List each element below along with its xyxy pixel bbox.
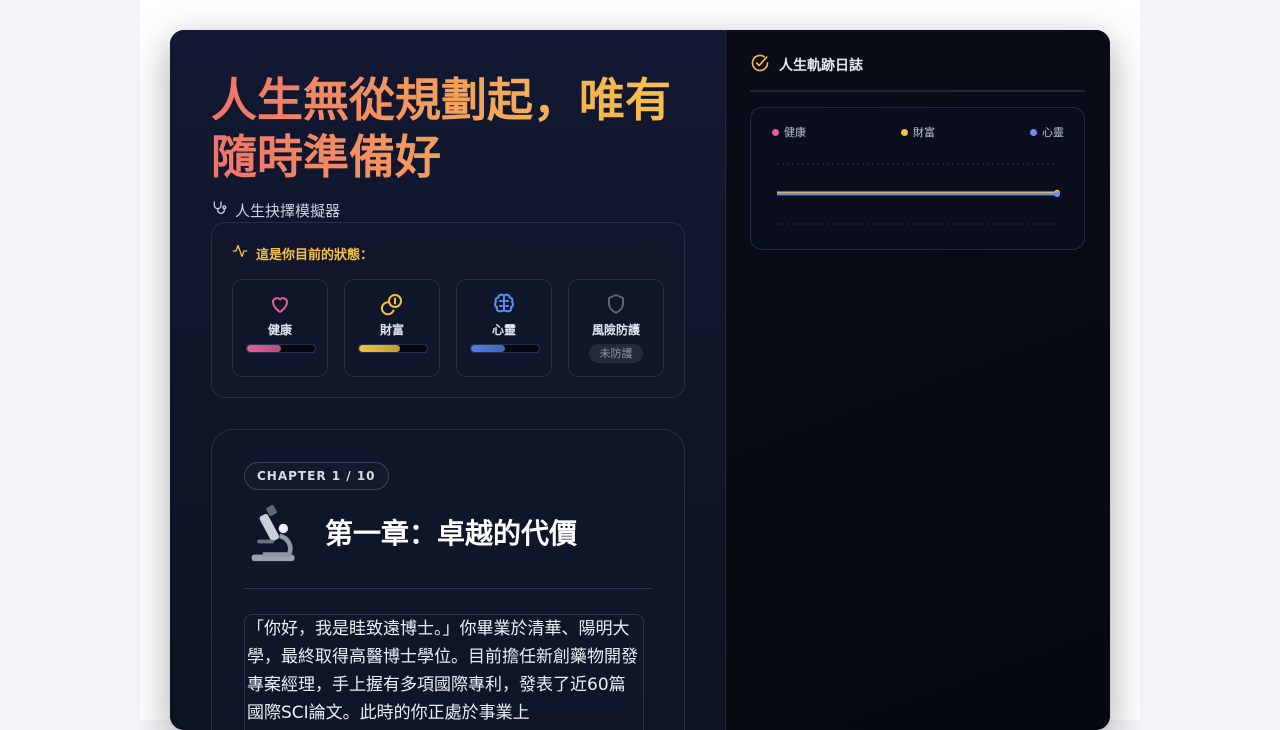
app-window: 人生無從規劃起，唯有 隨時準備好 人生抉擇模擬器 這是你目前的狀態： 健康 財富…: [170, 30, 1110, 730]
stat-risk-protection: 風險防護 未防護: [568, 279, 664, 377]
hero-title-line-1: 人生無從規劃起，唯有: [211, 73, 671, 127]
wealth-bar: [358, 344, 428, 353]
activity-icon: [232, 243, 248, 263]
subtitle: 人生抉擇模擬器: [211, 200, 340, 220]
microscope-icon: [244, 502, 304, 568]
stat-health: 健康: [232, 279, 328, 377]
chapter-divider: [244, 588, 652, 589]
chapter-badge: CHAPTER 1 / 10: [244, 462, 389, 490]
status-title: 這是你目前的狀態：: [232, 243, 373, 263]
wealth-bar-fill: [359, 345, 400, 352]
log-header: 人生軌跡日誌: [750, 53, 863, 77]
chapter-card: CHAPTER 1 / 10 第一章：卓越的代價 「你好，我是眭致遠博士。」你畢…: [211, 429, 685, 730]
health-bar: [246, 344, 316, 353]
heart-icon: [233, 292, 327, 316]
status-card: 這是你目前的狀態： 健康 財富 心靈 風險防護 未防護: [211, 222, 685, 398]
health-bar-fill: [247, 345, 281, 352]
check-circle-icon: [750, 53, 770, 77]
subtitle-text: 人生抉擇模擬器: [235, 201, 341, 220]
chart-plot: [777, 163, 1060, 225]
left-panel: 人生無從規劃起，唯有 隨時準備好 人生抉擇模擬器 這是你目前的狀態： 健康 財富…: [170, 30, 726, 730]
spirit-bar: [470, 344, 540, 353]
stat-wealth: 財富: [344, 279, 440, 377]
stethoscope-icon: [211, 200, 227, 220]
spirit-bar-fill: [471, 345, 505, 352]
brain-icon: [457, 292, 551, 316]
stat-label: 健康: [267, 323, 292, 337]
coins-icon: [345, 292, 439, 316]
series-point-2-1: [1054, 191, 1060, 197]
chapter-title: 第一章：卓越的代價: [325, 517, 578, 550]
stat-label: 心靈: [491, 323, 516, 337]
stat-label: 財富: [379, 323, 404, 337]
right-panel: 人生軌跡日誌 健康 財富 心靈: [726, 30, 1110, 730]
stat-label: 風險防護: [591, 323, 640, 337]
status-title-text: 這是你目前的狀態：: [256, 247, 374, 263]
hero-title: 人生無從規劃起，唯有 隨時準備好: [211, 72, 691, 186]
story-text: 「你好，我是眭致遠博士。」你畢業於清華、陽明大學，最終取得高醫博士學位。目前擔任…: [244, 614, 644, 730]
status-badge: 未防護: [589, 344, 643, 363]
log-title: 人生軌跡日誌: [779, 58, 863, 74]
life-trajectory-chart: 健康 財富 心靈: [750, 107, 1085, 250]
shield-icon: [569, 292, 663, 316]
hero-title-line-2: 隨時準備好: [211, 130, 441, 184]
log-divider: [750, 90, 1085, 92]
stat-spirit: 心靈: [456, 279, 552, 377]
